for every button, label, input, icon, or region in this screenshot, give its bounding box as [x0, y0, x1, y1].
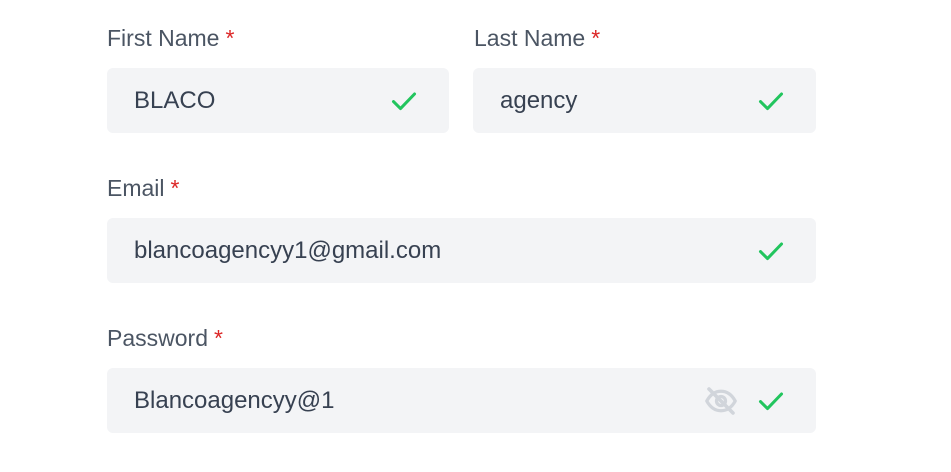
password-label-text: Password	[107, 325, 208, 351]
required-asterisk: *	[591, 25, 601, 51]
check-icon	[391, 91, 417, 110]
last-name-label-text: Last Name	[474, 25, 586, 51]
check-icon	[758, 241, 784, 260]
email-label: Email *	[107, 174, 179, 202]
email-label-text: Email	[107, 175, 165, 201]
last-name-value: agency	[500, 86, 578, 114]
signup-form: First Name * BLACO Last Name * agency Emai…	[0, 0, 951, 472]
check-icon	[758, 91, 784, 110]
password-value: Blancoagencyy@1	[134, 386, 335, 414]
last-name-label: Last Name *	[474, 24, 600, 52]
email-field[interactable]: blancoagencyy1@gmail.com	[107, 218, 816, 283]
password-field[interactable]: Blancoagencyy@1	[107, 368, 816, 433]
eye-slash-icon[interactable]	[703, 383, 739, 419]
first-name-label: First Name *	[107, 24, 234, 52]
required-asterisk: *	[170, 175, 180, 201]
first-name-field[interactable]: BLACO	[107, 68, 449, 133]
required-asterisk: *	[213, 325, 223, 351]
first-name-value: BLACO	[134, 86, 216, 114]
first-name-label-text: First Name	[107, 25, 220, 51]
password-label: Password *	[107, 324, 223, 352]
required-asterisk: *	[225, 25, 235, 51]
email-value: blancoagencyy1@gmail.com	[134, 236, 442, 264]
check-icon	[758, 391, 784, 410]
last-name-field[interactable]: agency	[473, 68, 816, 133]
